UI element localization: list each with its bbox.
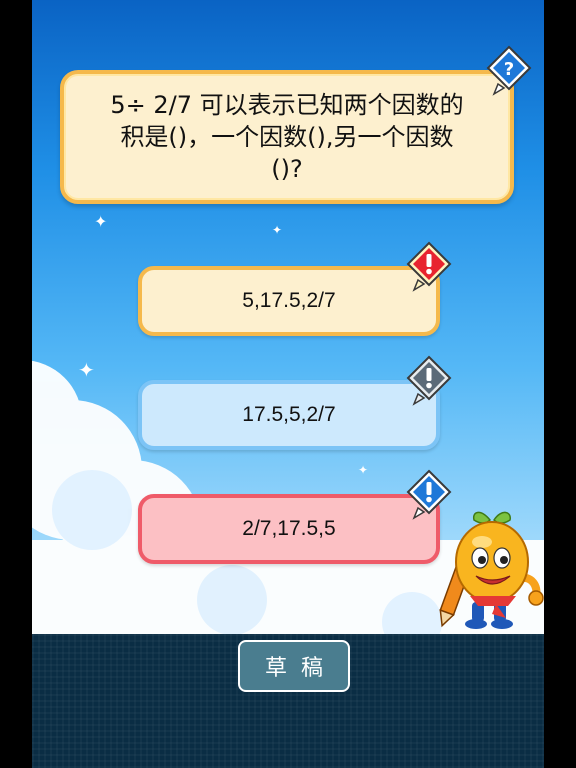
answer-option-a[interactable]: 5,17.5,2/7 [138, 266, 440, 336]
answer-option-a-label: 5,17.5,2/7 [242, 289, 336, 312]
sparkle-icon: ✦ [94, 212, 108, 231]
question-line-3: ()? [271, 155, 303, 183]
answer-option-c-label: 2/7,17.5,5 [242, 517, 336, 540]
answer-option-b-label: 17.5,5,2/7 [242, 403, 336, 426]
orange-mascot [439, 511, 544, 629]
question-text: 5÷ 2/7 可以表示已知两个因数的 积是()，一个因数(),另一个因数 ()? [110, 89, 463, 185]
question-line-1: 5÷ 2/7 可以表示已知两个因数的 [110, 91, 464, 119]
draft-button[interactable]: 草稿 [238, 640, 350, 692]
exclamation-icon [406, 355, 452, 406]
exclamation-icon [406, 241, 452, 292]
game-stage: ✦ ✦ ✦ ✦ ✦ 5÷ 2/7 可以表示已知两个因数的 积是()，一个因数()… [32, 0, 544, 768]
sparkle-icon: ✦ [272, 223, 283, 237]
question-line-2: 积是()，一个因数(),另一个因数 [120, 123, 454, 151]
svg-text:?: ? [504, 59, 514, 80]
answer-option-c[interactable]: 2/7,17.5,5 [138, 494, 440, 564]
question-card: 5÷ 2/7 可以表示已知两个因数的 积是()，一个因数(),另一个因数 ()? [60, 70, 514, 204]
question-mark-icon[interactable]: ? [484, 44, 534, 96]
answer-option-b[interactable]: 17.5,5,2/7 [138, 380, 440, 450]
